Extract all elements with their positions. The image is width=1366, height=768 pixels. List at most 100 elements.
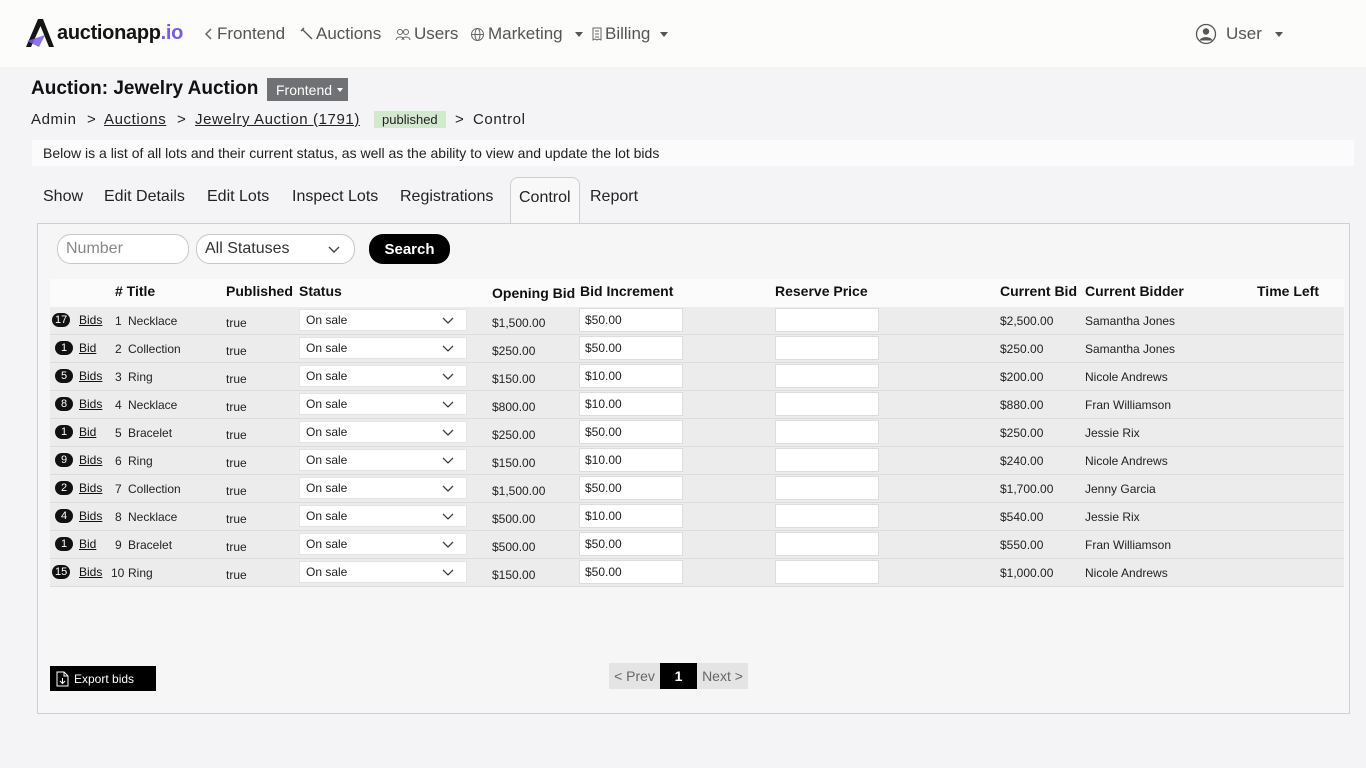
bid-increment-input[interactable] xyxy=(579,476,683,500)
tab-report[interactable]: Report xyxy=(582,177,646,223)
bid-increment-input[interactable] xyxy=(579,560,683,584)
lot-status-select[interactable]: On sale xyxy=(299,449,467,471)
bid-increment-input[interactable] xyxy=(579,392,683,416)
view-bids-link[interactable]: Bid xyxy=(79,341,96,355)
bid-count-badge: 4 xyxy=(55,509,73,523)
view-bids-link[interactable]: Bids xyxy=(79,397,102,411)
bid-increment-input[interactable] xyxy=(579,504,683,528)
view-mode-dropdown[interactable]: Frontend xyxy=(267,78,348,101)
lot-status-select[interactable]: On sale xyxy=(299,533,467,555)
search-button[interactable]: Search xyxy=(369,234,450,264)
pagination-prev[interactable]: < Prev xyxy=(609,663,660,689)
tab-registrations[interactable]: Registrations xyxy=(392,177,501,223)
view-bids-link[interactable]: Bids xyxy=(79,565,102,579)
view-bids-link[interactable]: Bids xyxy=(79,509,102,523)
lot-status-select[interactable]: On sale xyxy=(299,477,467,499)
current-bid: $2,500.00 xyxy=(1000,314,1054,328)
current-bid: $1,000.00 xyxy=(1000,566,1054,580)
chevron-down-icon xyxy=(442,541,454,548)
tab-show[interactable]: Show xyxy=(35,177,91,223)
pagination-current-page[interactable]: 1 xyxy=(660,663,697,689)
bid-increment-input[interactable] xyxy=(579,308,683,332)
tab-edit-lots[interactable]: Edit Lots xyxy=(199,177,277,223)
nav-users-link[interactable]: Users xyxy=(395,24,458,44)
lot-status-value: On sale xyxy=(306,537,348,551)
nav-auctions-link[interactable]: Auctions xyxy=(300,24,381,44)
nav-frontend-label: Frontend xyxy=(217,24,286,43)
breadcrumb-auctions-link[interactable]: Auctions xyxy=(104,111,166,128)
current-bid: $200.00 xyxy=(1000,370,1044,384)
current-bidder: Jenny Garcia xyxy=(1085,482,1156,496)
current-bid: $1,700.00 xyxy=(1000,482,1054,496)
user-menu[interactable]: User xyxy=(1195,23,1283,45)
opening-bid: $1,500.00 xyxy=(492,484,546,498)
page-title: Auction: Jewelry Auction xyxy=(31,78,259,99)
view-bids-link[interactable]: Bids xyxy=(79,313,102,327)
chevron-down-icon xyxy=(442,373,454,380)
tab-edit-details[interactable]: Edit Details xyxy=(96,177,193,223)
bid-increment-input[interactable] xyxy=(579,532,683,556)
bid-increment-input[interactable] xyxy=(579,448,683,472)
bid-count-badge: 15 xyxy=(52,565,71,579)
view-bids-link[interactable]: Bid xyxy=(79,425,96,439)
nav-marketing-label: Marketing xyxy=(488,24,563,43)
lot-status-value: On sale xyxy=(306,509,348,523)
reserve-price-input[interactable] xyxy=(775,504,879,528)
table-row: 15 Bids 10Ring true On sale $150.00 $1,000.00 N… xyxy=(50,559,1344,587)
opening-bid: $500.00 xyxy=(492,512,536,526)
reserve-price-input[interactable] xyxy=(775,532,879,556)
view-mode-label: Frontend xyxy=(276,81,333,98)
lot-number-input[interactable] xyxy=(57,234,189,264)
gavel-icon xyxy=(300,27,313,40)
nav-frontend-link[interactable]: Frontend xyxy=(204,24,285,44)
globe-icon xyxy=(471,27,484,41)
bid-increment-input[interactable] xyxy=(579,336,683,360)
nav-billing-menu[interactable]: Billing xyxy=(592,24,669,44)
lot-status-select[interactable]: On sale xyxy=(299,309,467,331)
view-bids-link[interactable]: Bid xyxy=(79,537,96,551)
tab-control[interactable]: Control xyxy=(510,177,580,224)
lot-status-value: On sale xyxy=(306,313,348,327)
lot-number: 3 xyxy=(115,370,122,384)
view-bids-link[interactable]: Bids xyxy=(79,481,102,495)
lot-published: true xyxy=(226,568,247,582)
caret-down-icon xyxy=(574,31,583,37)
lot-status-select[interactable]: On sale xyxy=(299,393,467,415)
lot-status-select[interactable]: On sale xyxy=(299,365,467,387)
lot-status-value: On sale xyxy=(306,425,348,439)
view-bids-link[interactable]: Bids xyxy=(79,453,102,467)
reserve-price-input[interactable] xyxy=(775,476,879,500)
pagination-next[interactable]: Next > xyxy=(697,663,748,689)
reserve-price-input[interactable] xyxy=(775,364,879,388)
brand-logo[interactable]: auctionapp.io xyxy=(25,17,183,49)
opening-bid: $150.00 xyxy=(492,456,536,470)
lot-title: Collection xyxy=(128,342,181,356)
lot-status-select[interactable]: On sale xyxy=(299,337,467,359)
lot-status-select[interactable]: On sale xyxy=(299,561,467,583)
col-number-title: # Title xyxy=(115,283,156,299)
breadcrumb-separator: > xyxy=(455,111,465,128)
reserve-price-input[interactable] xyxy=(775,448,879,472)
reserve-price-input[interactable] xyxy=(775,336,879,360)
bid-count-badge: 1 xyxy=(55,341,73,355)
breadcrumb-auction-link[interactable]: Jewelry Auction (1791) xyxy=(195,111,360,128)
lot-status-select[interactable]: On sale xyxy=(299,505,467,527)
export-bids-button[interactable]: Export bids xyxy=(50,666,156,691)
view-bids-link[interactable]: Bids xyxy=(79,369,102,383)
reserve-price-input[interactable] xyxy=(775,308,879,332)
bid-count-badge: 2 xyxy=(55,481,73,495)
col-bid-increment: Bid Increment xyxy=(580,283,674,299)
nav-billing-label: Billing xyxy=(605,24,651,43)
tab-inspect-lots[interactable]: Inspect Lots xyxy=(284,177,386,223)
bid-increment-input[interactable] xyxy=(579,420,683,444)
nav-marketing-menu[interactable]: Marketing xyxy=(470,24,583,44)
col-current-bid: Current Bid xyxy=(1000,283,1077,299)
intro-text: Below is a list of all lots and their cu… xyxy=(32,140,1354,166)
reserve-price-input[interactable] xyxy=(775,560,879,584)
reserve-price-input[interactable] xyxy=(775,420,879,444)
reserve-price-input[interactable] xyxy=(775,392,879,416)
lot-status-select[interactable]: On sale xyxy=(299,421,467,443)
status-filter-select[interactable]: All Statuses xyxy=(196,234,355,264)
bid-increment-input[interactable] xyxy=(579,364,683,388)
lot-published: true xyxy=(226,484,247,498)
